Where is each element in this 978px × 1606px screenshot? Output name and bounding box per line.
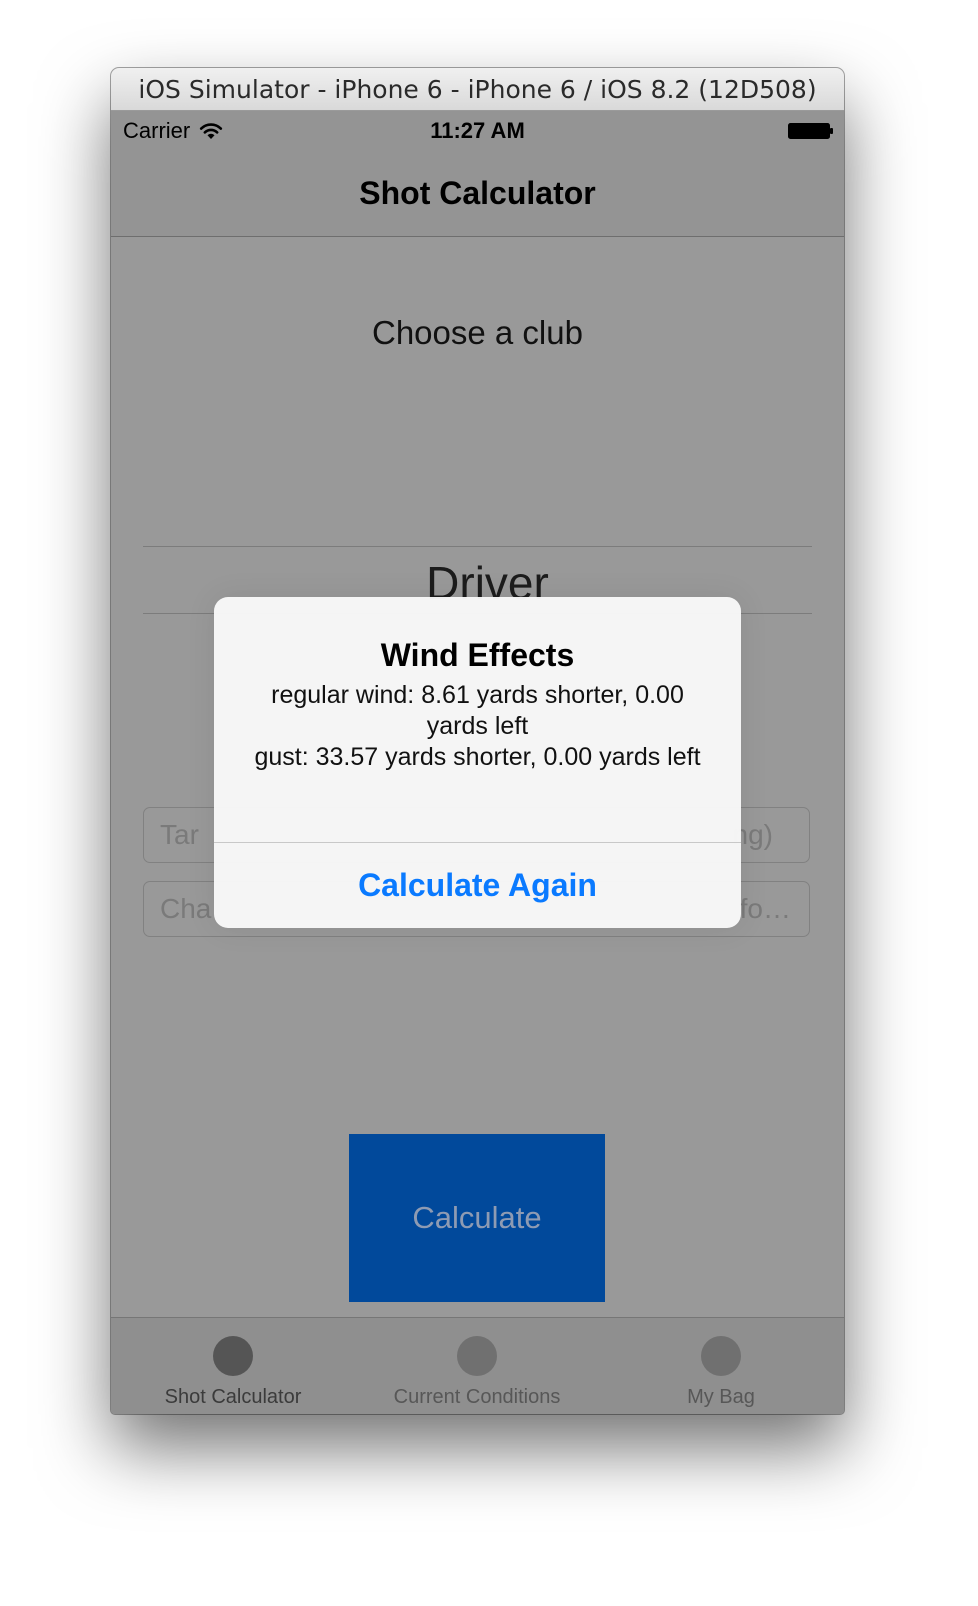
tab-shot-calculator[interactable]: Shot Calculator [111,1318,355,1414]
second-field-placeholder-end: fo… [739,893,791,924]
alert-title: Wind Effects [380,637,575,673]
alert-message-regular-wind: regular wind: 8.61 yards shorter, 0.00 y… [271,681,684,740]
alert-message-gust: gust: 33.57 yards shorter, 0.00 yards le… [254,743,701,771]
status-time: 11:27 AM [430,118,525,143]
navigation-bar: Shot Calculator [111,151,844,237]
alert-message: regular wind: 8.61 yards shorter, 0.00 y… [250,680,705,773]
calculate-button[interactable]: Calculate [349,1134,605,1302]
window-title: iOS Simulator - iPhone 6 - iPhone 6 / iO… [111,68,844,111]
circle-icon [213,1336,253,1376]
tab-label: My Bag [687,1386,755,1408]
simulator-window: iOS Simulator - iPhone 6 - iPhone 6 / iO… [111,68,844,1414]
battery-icon [788,123,833,139]
wind-effects-alert: Wind Effects regular wind: 8.61 yards sh… [214,597,741,928]
circle-icon [701,1336,741,1376]
tab-current-conditions[interactable]: Current Conditions [355,1318,599,1414]
calculate-again-button[interactable]: Calculate Again [214,843,741,928]
target-field-placeholder-start: Tar [160,819,199,850]
second-field-placeholder-start: Cha [160,893,212,924]
tab-bar: Shot Calculator Current Conditions My Ba… [111,1317,844,1414]
tab-label: Shot Calculator [164,1386,302,1408]
choose-club-label: Choose a club [372,314,583,351]
status-bar: Carrier 11:27 AM [111,111,844,151]
nav-title: Shot Calculator [359,175,596,211]
tab-my-bag[interactable]: My Bag [599,1318,843,1414]
tab-label: Current Conditions [393,1386,561,1408]
circle-icon [457,1336,497,1376]
phone-screen: Carrier 11:27 AM Shot Calculator Choose … [111,111,844,1414]
picker-selection-top-line [143,546,812,547]
